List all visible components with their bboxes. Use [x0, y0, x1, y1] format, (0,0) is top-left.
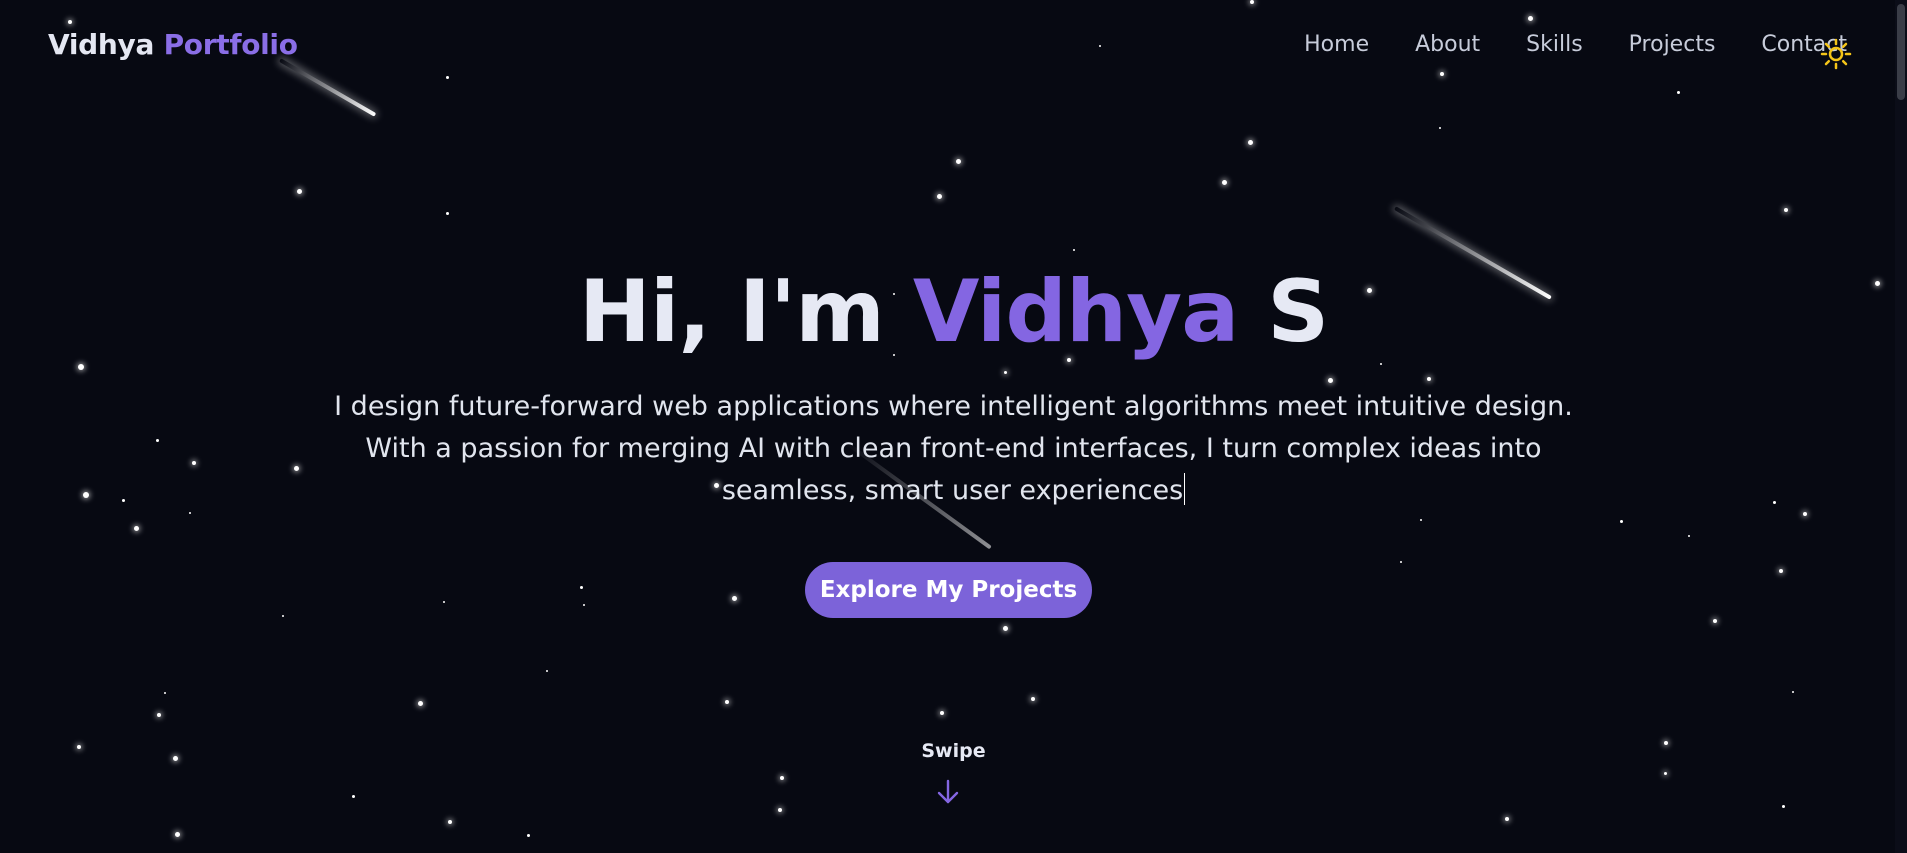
nav-projects[interactable]: Projects — [1629, 32, 1716, 57]
main-nav: Home About Skills Projects Contact — [1304, 32, 1847, 57]
logo-second: Portfolio — [163, 28, 298, 61]
scrollbar[interactable] — [1895, 0, 1907, 853]
scrollbar-thumb[interactable] — [1897, 4, 1905, 100]
logo-first: Vidhya — [48, 28, 155, 61]
hero-description-text: I design future-forward web applications… — [334, 391, 1573, 506]
hero-name: Vidhya — [912, 262, 1239, 362]
nav-skills[interactable]: Skills — [1526, 32, 1583, 57]
hero-title: Hi, I'm Vidhya S — [0, 262, 1907, 362]
page: Vidhya Portfolio Home About Skills Proje… — [0, 0, 1907, 853]
hero-greeting: Hi, I'm — [578, 262, 885, 362]
logo[interactable]: Vidhya Portfolio — [48, 28, 298, 61]
hero-surname: S — [1267, 262, 1329, 362]
typing-caret — [1184, 473, 1186, 505]
hero-description: I design future-forward web applications… — [320, 386, 1587, 512]
nav-about[interactable]: About — [1415, 32, 1480, 57]
arrow-down-icon[interactable] — [936, 778, 960, 806]
sun-icon[interactable] — [1820, 38, 1852, 70]
swipe-label: Swipe — [921, 740, 986, 762]
explore-projects-button[interactable]: Explore My Projects — [805, 562, 1092, 618]
nav-home[interactable]: Home — [1304, 32, 1369, 57]
